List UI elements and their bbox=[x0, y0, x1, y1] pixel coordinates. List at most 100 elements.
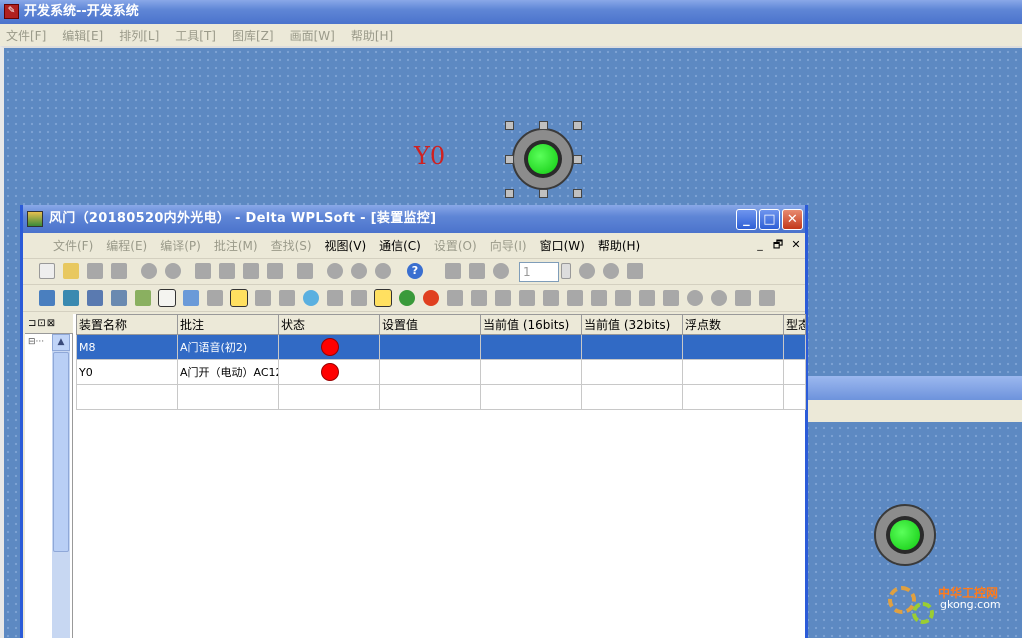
zoom-out-icon[interactable] bbox=[375, 263, 391, 279]
find-icon[interactable] bbox=[687, 290, 703, 306]
edit-icon[interactable] bbox=[135, 290, 151, 306]
menu-wizard[interactable]: 向导(I) bbox=[490, 237, 527, 254]
resize-handle[interactable] bbox=[573, 189, 582, 198]
instruction-icon[interactable] bbox=[63, 290, 79, 306]
comment-cell[interactable]: A门开（电动）AC12 bbox=[177, 359, 279, 385]
ladder-icon[interactable] bbox=[39, 290, 55, 306]
rotate-icon[interactable] bbox=[627, 263, 643, 279]
outer-menu-file[interactable]: 文件[F] bbox=[6, 27, 46, 44]
indicator-lamp[interactable] bbox=[874, 504, 936, 566]
find-next-icon[interactable] bbox=[711, 290, 727, 306]
table-row[interactable]: Y0 A门开（电动）AC12 bbox=[76, 359, 806, 385]
step-counter-input[interactable]: 1 bbox=[519, 262, 559, 282]
float-cell[interactable] bbox=[682, 359, 784, 385]
indicator-lamp-selected[interactable] bbox=[512, 128, 574, 190]
help-icon[interactable]: ? bbox=[407, 263, 423, 279]
comment-icon[interactable] bbox=[255, 290, 271, 306]
refresh-icon[interactable] bbox=[603, 263, 619, 279]
run-icon[interactable] bbox=[399, 290, 415, 306]
tree-expand-icon[interactable]: ⊟··· bbox=[28, 337, 44, 347]
resize-handle[interactable] bbox=[539, 121, 548, 130]
resize-handle[interactable] bbox=[573, 121, 582, 130]
outer-menu-library[interactable]: 图库[Z] bbox=[232, 27, 274, 44]
device-cell[interactable]: M8 bbox=[76, 334, 178, 360]
light-icon[interactable] bbox=[303, 290, 319, 306]
state-cell[interactable] bbox=[278, 359, 380, 385]
align-icon[interactable] bbox=[615, 290, 631, 306]
empty-cell[interactable] bbox=[278, 384, 380, 410]
device-cell[interactable]: Y0 bbox=[76, 359, 178, 385]
force-on-icon[interactable] bbox=[447, 290, 463, 306]
grid2-icon[interactable] bbox=[351, 290, 367, 306]
type-cell[interactable] bbox=[783, 359, 806, 385]
empty-cell[interactable] bbox=[682, 384, 784, 410]
device-monitor-icon[interactable] bbox=[374, 289, 392, 307]
wplsoft-title-bar[interactable]: 风门（20180520内外光电） - Delta WPLSoft - [装置监控… bbox=[23, 205, 805, 233]
outer-menu-tools[interactable]: 工具[T] bbox=[175, 27, 216, 44]
table-icon[interactable] bbox=[183, 290, 199, 306]
frame-icon[interactable] bbox=[663, 290, 679, 306]
menu-compile[interactable]: 编译(P) bbox=[160, 237, 201, 254]
set-icon[interactable] bbox=[567, 290, 583, 306]
jump-icon[interactable] bbox=[297, 263, 313, 279]
menu-view[interactable]: 视图(V) bbox=[325, 237, 367, 254]
mdi-close-button[interactable]: ✕ bbox=[789, 237, 803, 253]
column-header-type[interactable]: 型态 bbox=[783, 314, 806, 335]
float-cell[interactable] bbox=[682, 334, 784, 360]
column-header-set-value[interactable]: 设置值 bbox=[379, 314, 481, 335]
current-16-cell[interactable] bbox=[480, 359, 582, 385]
print-icon[interactable] bbox=[735, 290, 751, 306]
resize-handle[interactable] bbox=[505, 189, 514, 198]
resize-handle[interactable] bbox=[539, 189, 548, 198]
force-off-icon[interactable] bbox=[471, 290, 487, 306]
undo-icon[interactable] bbox=[141, 263, 157, 279]
set-value-cell[interactable] bbox=[379, 359, 481, 385]
empty-cell[interactable] bbox=[177, 384, 279, 410]
resize-handle[interactable] bbox=[505, 155, 514, 164]
scrollbar-thumb[interactable] bbox=[53, 352, 69, 552]
resize-handle[interactable] bbox=[573, 155, 582, 164]
menu-help[interactable]: 帮助(H) bbox=[598, 237, 640, 254]
structure-icon[interactable] bbox=[158, 289, 176, 307]
settings-icon[interactable] bbox=[759, 290, 775, 306]
table-row-empty[interactable] bbox=[76, 384, 806, 410]
state-cell[interactable] bbox=[278, 334, 380, 360]
menu-search[interactable]: 查找(S) bbox=[271, 237, 312, 254]
current-32-cell[interactable] bbox=[581, 359, 683, 385]
zoom-in-icon[interactable] bbox=[351, 263, 367, 279]
canvas-text-label[interactable]: Y0 bbox=[414, 142, 445, 170]
delete-row-icon[interactable] bbox=[469, 263, 485, 279]
column-header-current-32[interactable]: 当前值 (32bits) bbox=[581, 314, 683, 335]
close-button[interactable]: ✕ bbox=[782, 209, 803, 230]
scroll-up-icon[interactable]: ▲ bbox=[52, 334, 70, 351]
minimize-button[interactable]: _ bbox=[736, 209, 757, 230]
empty-cell[interactable] bbox=[581, 384, 683, 410]
resize-handle[interactable] bbox=[505, 121, 514, 130]
tree-scrollbar[interactable]: ▲ bbox=[52, 334, 70, 638]
spinner-icon[interactable] bbox=[561, 263, 571, 279]
empty-cell[interactable] bbox=[76, 384, 178, 410]
stop-icon[interactable] bbox=[579, 263, 595, 279]
comment2-icon[interactable] bbox=[279, 290, 295, 306]
new-file-icon[interactable] bbox=[39, 263, 55, 279]
save-all-icon[interactable] bbox=[111, 263, 127, 279]
outer-menu-arrange[interactable]: 排列[L] bbox=[119, 27, 159, 44]
device-icon[interactable] bbox=[111, 290, 127, 306]
menu-settings[interactable]: 设置(O) bbox=[434, 237, 477, 254]
table-row[interactable]: M8 A门语音(初2) bbox=[76, 334, 806, 360]
bracket-icon[interactable] bbox=[639, 290, 655, 306]
menu-communication[interactable]: 通信(C) bbox=[379, 237, 421, 254]
menu-program[interactable]: 编程(E) bbox=[106, 237, 147, 254]
code-icon[interactable] bbox=[519, 290, 535, 306]
paste-icon[interactable] bbox=[243, 263, 259, 279]
erase-icon[interactable] bbox=[267, 263, 283, 279]
insert-row-icon[interactable] bbox=[445, 263, 461, 279]
tree-header[interactable]: ⊐⊡⊠ bbox=[25, 314, 73, 334]
open-file-icon[interactable] bbox=[63, 263, 79, 279]
menu-comment[interactable]: 批注(M) bbox=[214, 237, 258, 254]
column-header-comment[interactable]: 批注 bbox=[177, 314, 279, 335]
type-cell[interactable] bbox=[783, 334, 806, 360]
list-icon[interactable] bbox=[207, 290, 223, 306]
save-icon[interactable] bbox=[87, 263, 103, 279]
empty-cell[interactable] bbox=[379, 384, 481, 410]
